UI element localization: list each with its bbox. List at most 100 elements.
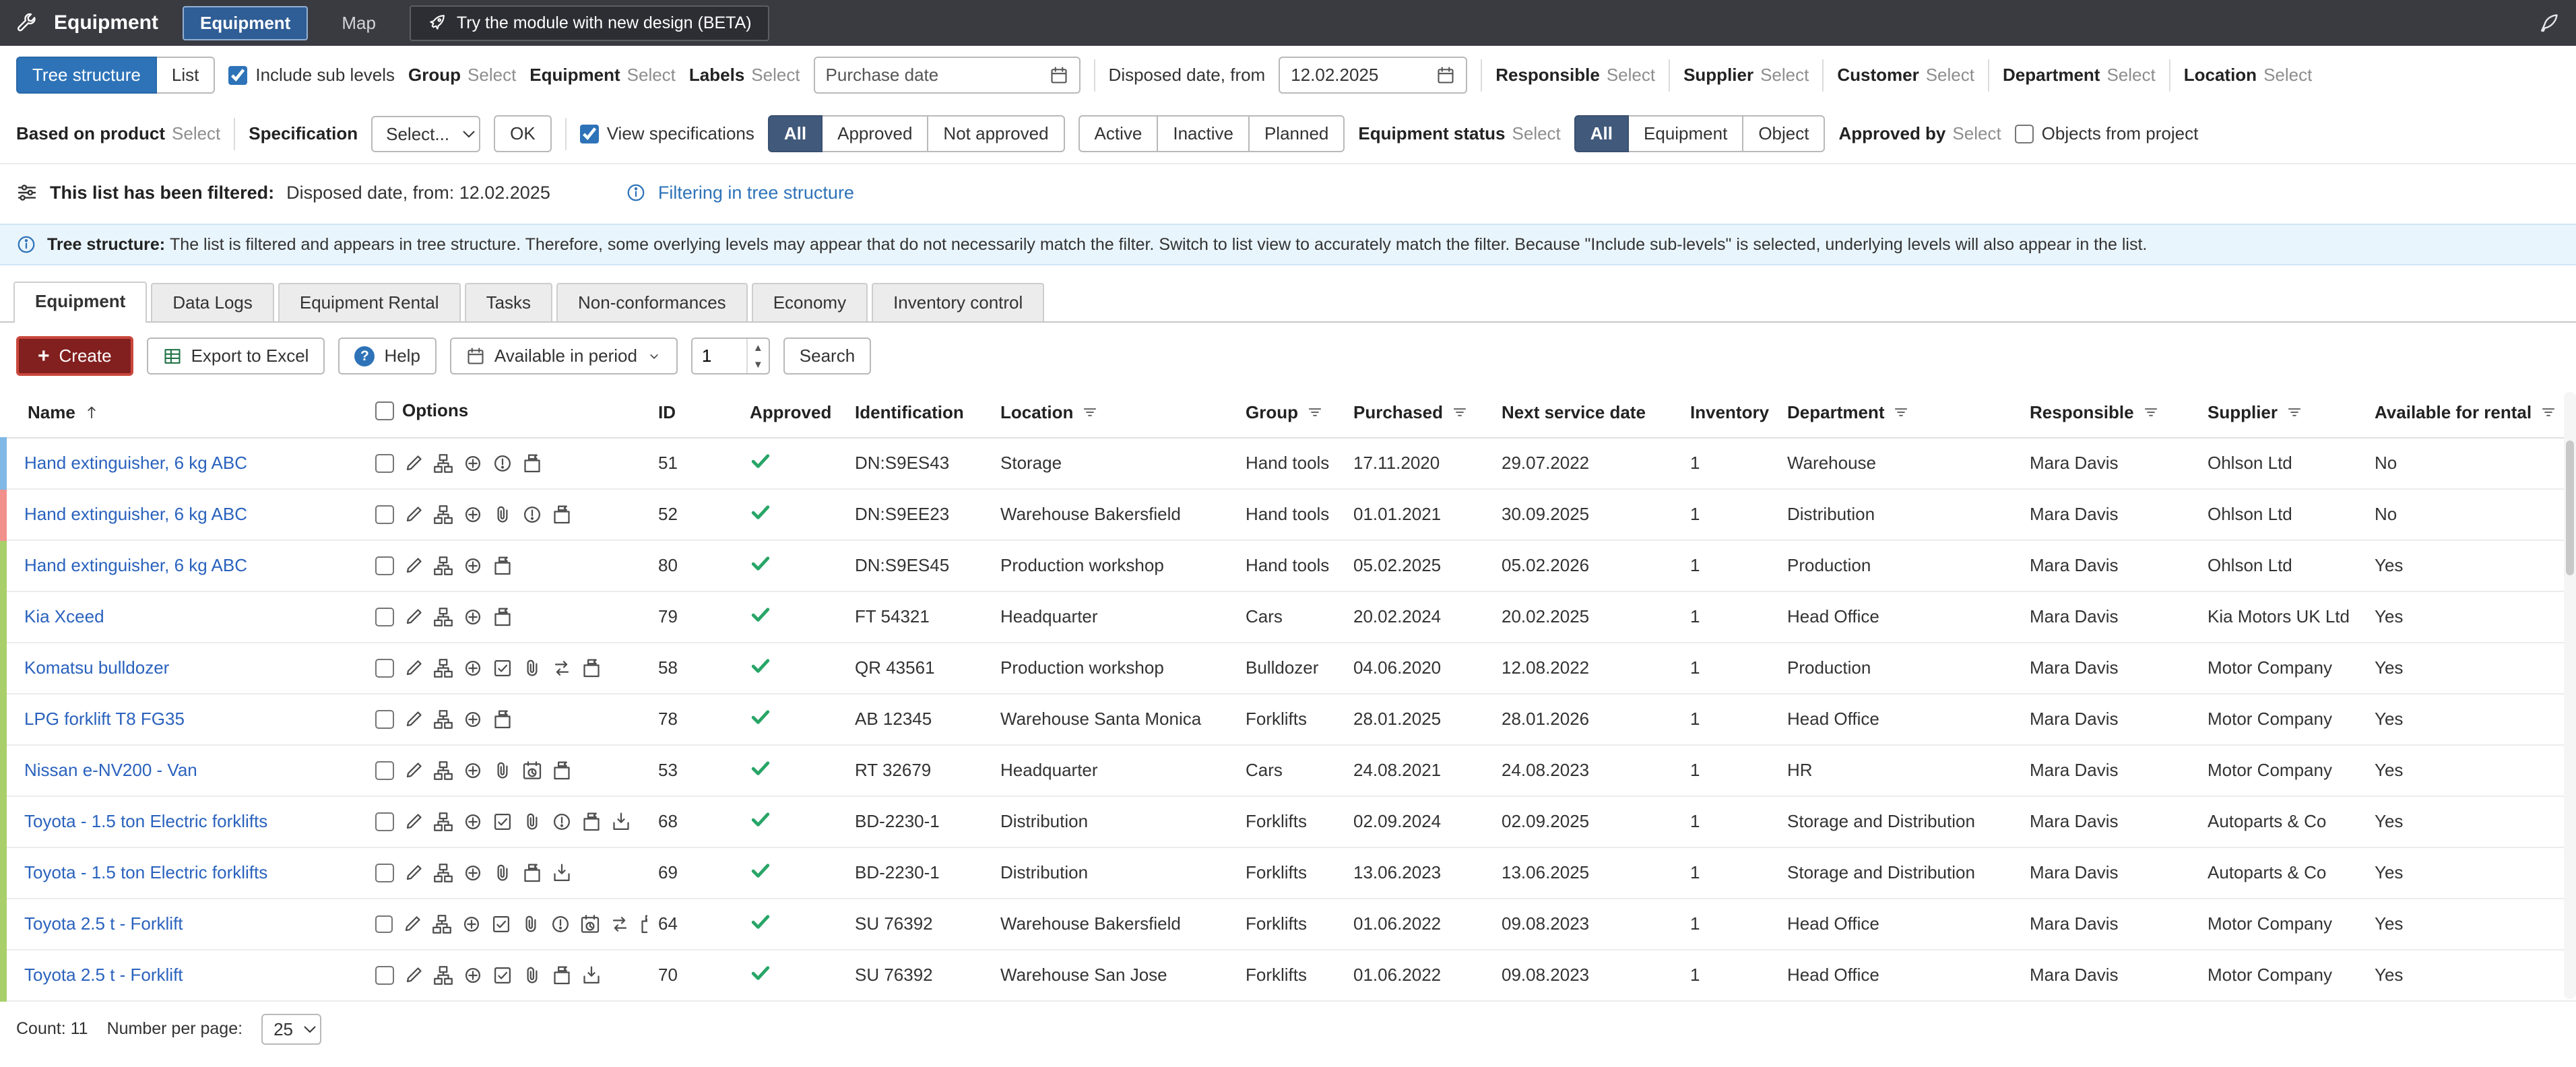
- hierarchy-icon[interactable]: [433, 812, 453, 832]
- crosshair-icon[interactable]: [463, 607, 483, 627]
- period-count-input[interactable]: [692, 339, 746, 373]
- hierarchy-icon[interactable]: [433, 863, 453, 883]
- equipment-name-link[interactable]: Hand extinguisher, 6 kg ABC: [24, 504, 247, 524]
- crosshair-icon[interactable]: [463, 505, 483, 525]
- column-header-purchased[interactable]: Purchased: [1343, 389, 1491, 439]
- row-checkbox[interactable]: [375, 914, 393, 934]
- swap-icon[interactable]: [610, 914, 630, 934]
- column-header-group[interactable]: Group: [1235, 389, 1343, 439]
- paperclip-icon[interactable]: [521, 914, 541, 934]
- edit-icon[interactable]: [404, 812, 424, 832]
- row-checkbox[interactable]: [375, 453, 394, 473]
- equipment-name-link[interactable]: Kia Xceed: [24, 606, 104, 626]
- type-all-button[interactable]: All: [1574, 115, 1630, 152]
- equipment-name-link[interactable]: Toyota - 1.5 ton Electric forklifts: [24, 811, 267, 831]
- crosshair-icon[interactable]: [463, 658, 483, 678]
- customer-select[interactable]: Customer Select: [1837, 65, 1974, 86]
- row-checkbox[interactable]: [375, 965, 394, 985]
- calendar-clock-icon[interactable]: [580, 914, 600, 934]
- state-planned-button[interactable]: Planned: [1248, 115, 1345, 152]
- checklist-icon[interactable]: [492, 965, 513, 985]
- column-header-id[interactable]: ID: [647, 389, 739, 439]
- row-checkbox[interactable]: [375, 607, 394, 626]
- objects-from-project[interactable]: Objects from project: [2014, 123, 2198, 144]
- topnav-map[interactable]: Map: [324, 6, 393, 40]
- labels-select[interactable]: Labels Select: [689, 65, 800, 86]
- group-select[interactable]: Group Select: [408, 65, 516, 86]
- filter-icon[interactable]: [2142, 403, 2160, 421]
- approval-not-approved-button[interactable]: Not approved: [927, 115, 1065, 152]
- select-all-checkbox[interactable]: [375, 401, 394, 420]
- column-header-location[interactable]: Location: [990, 389, 1235, 439]
- hierarchy-icon[interactable]: [433, 761, 453, 781]
- crosshair-icon[interactable]: [463, 709, 483, 730]
- approval-all-button[interactable]: All: [767, 115, 823, 152]
- edit-icon[interactable]: [404, 453, 424, 474]
- column-header-supplier[interactable]: Supplier: [2197, 389, 2364, 439]
- quill-icon[interactable]: [2538, 12, 2560, 34]
- filter-icon[interactable]: [2286, 403, 2303, 421]
- edit-icon[interactable]: [404, 607, 424, 627]
- equipment-select[interactable]: Equipment Select: [529, 65, 676, 86]
- checklist-icon[interactable]: [492, 812, 513, 832]
- hierarchy-icon[interactable]: [433, 658, 453, 678]
- equipment-name-link[interactable]: Toyota 2.5 t - Forklift: [24, 965, 183, 985]
- download-box-icon[interactable]: [611, 812, 631, 832]
- tree-structure-button[interactable]: Tree structure: [16, 57, 157, 94]
- row-checkbox[interactable]: [375, 505, 394, 524]
- objects-from-project-checkbox[interactable]: [2014, 124, 2034, 143]
- hierarchy-icon[interactable]: [432, 914, 452, 934]
- type-object-button[interactable]: Object: [1742, 115, 1826, 152]
- crosshair-icon[interactable]: [463, 761, 483, 781]
- equipment-name-link[interactable]: Toyota 2.5 t - Forklift: [24, 913, 183, 934]
- calendar-clock-icon[interactable]: [522, 761, 542, 781]
- state-inactive-button[interactable]: Inactive: [1157, 115, 1250, 152]
- flag-box-icon[interactable]: [581, 658, 602, 678]
- row-checkbox[interactable]: [375, 761, 394, 780]
- table-scrollbar[interactable]: [2564, 392, 2576, 999]
- specification-select[interactable]: Select...: [371, 115, 481, 152]
- crosshair-icon[interactable]: [463, 812, 483, 832]
- stepper-up-icon[interactable]: ▲: [748, 340, 769, 356]
- paperclip-icon[interactable]: [492, 863, 513, 883]
- approved-by-select[interactable]: Approved by Select: [1838, 123, 2001, 144]
- stepper-down-icon[interactable]: ▼: [748, 356, 769, 373]
- disposed-date-input[interactable]: 12.02.2025: [1279, 57, 1468, 94]
- download-box-icon[interactable]: [552, 863, 572, 883]
- crosshair-icon[interactable]: [463, 556, 483, 576]
- filter-icon[interactable]: [1081, 403, 1099, 421]
- per-page-select[interactable]: 25: [261, 1013, 322, 1045]
- tab-non-conformances[interactable]: Non-conformances: [556, 283, 748, 321]
- tab-equipment[interactable]: Equipment: [13, 282, 148, 323]
- flag-box-icon[interactable]: [552, 761, 572, 781]
- export-to-excel-button[interactable]: Export to Excel: [146, 337, 325, 375]
- filter-icon[interactable]: [2540, 403, 2557, 421]
- create-button[interactable]: + Create: [16, 336, 133, 376]
- view-specifications-checkbox[interactable]: [579, 124, 599, 143]
- column-header-available-for-rental[interactable]: Available for rental: [2364, 389, 2576, 439]
- edit-icon[interactable]: [404, 658, 424, 678]
- filtering-in-tree-structure-link[interactable]: Filtering in tree structure: [658, 183, 854, 203]
- column-header-responsible[interactable]: Responsible: [2019, 389, 2197, 439]
- purchase-date-input[interactable]: Purchase date: [813, 57, 1081, 94]
- equipment-status-select[interactable]: Equipment status Select: [1358, 123, 1560, 144]
- topnav-equipment[interactable]: Equipment: [183, 5, 309, 40]
- crosshair-icon[interactable]: [463, 965, 483, 985]
- row-checkbox[interactable]: [375, 863, 394, 882]
- equipment-name-link[interactable]: Hand extinguisher, 6 kg ABC: [24, 453, 247, 473]
- beta-button[interactable]: Try the module with new design (BETA): [409, 5, 769, 41]
- filter-icon[interactable]: [1451, 403, 1469, 421]
- edit-icon[interactable]: [404, 709, 424, 730]
- edit-icon[interactable]: [402, 914, 422, 934]
- hierarchy-icon[interactable]: [433, 453, 453, 474]
- help-button[interactable]: ? Help: [338, 337, 437, 375]
- department-select[interactable]: Department Select: [2003, 65, 2156, 86]
- approval-approved-button[interactable]: Approved: [821, 115, 929, 152]
- column-header-name[interactable]: Name: [3, 389, 364, 439]
- column-header-inventory[interactable]: Inventory: [1679, 389, 1776, 439]
- checklist-icon[interactable]: [492, 658, 513, 678]
- type-equipment-button[interactable]: Equipment: [1628, 115, 1744, 152]
- alert-icon[interactable]: [552, 812, 572, 832]
- flag-box-icon[interactable]: [522, 453, 542, 474]
- flag-box-icon[interactable]: [552, 965, 572, 985]
